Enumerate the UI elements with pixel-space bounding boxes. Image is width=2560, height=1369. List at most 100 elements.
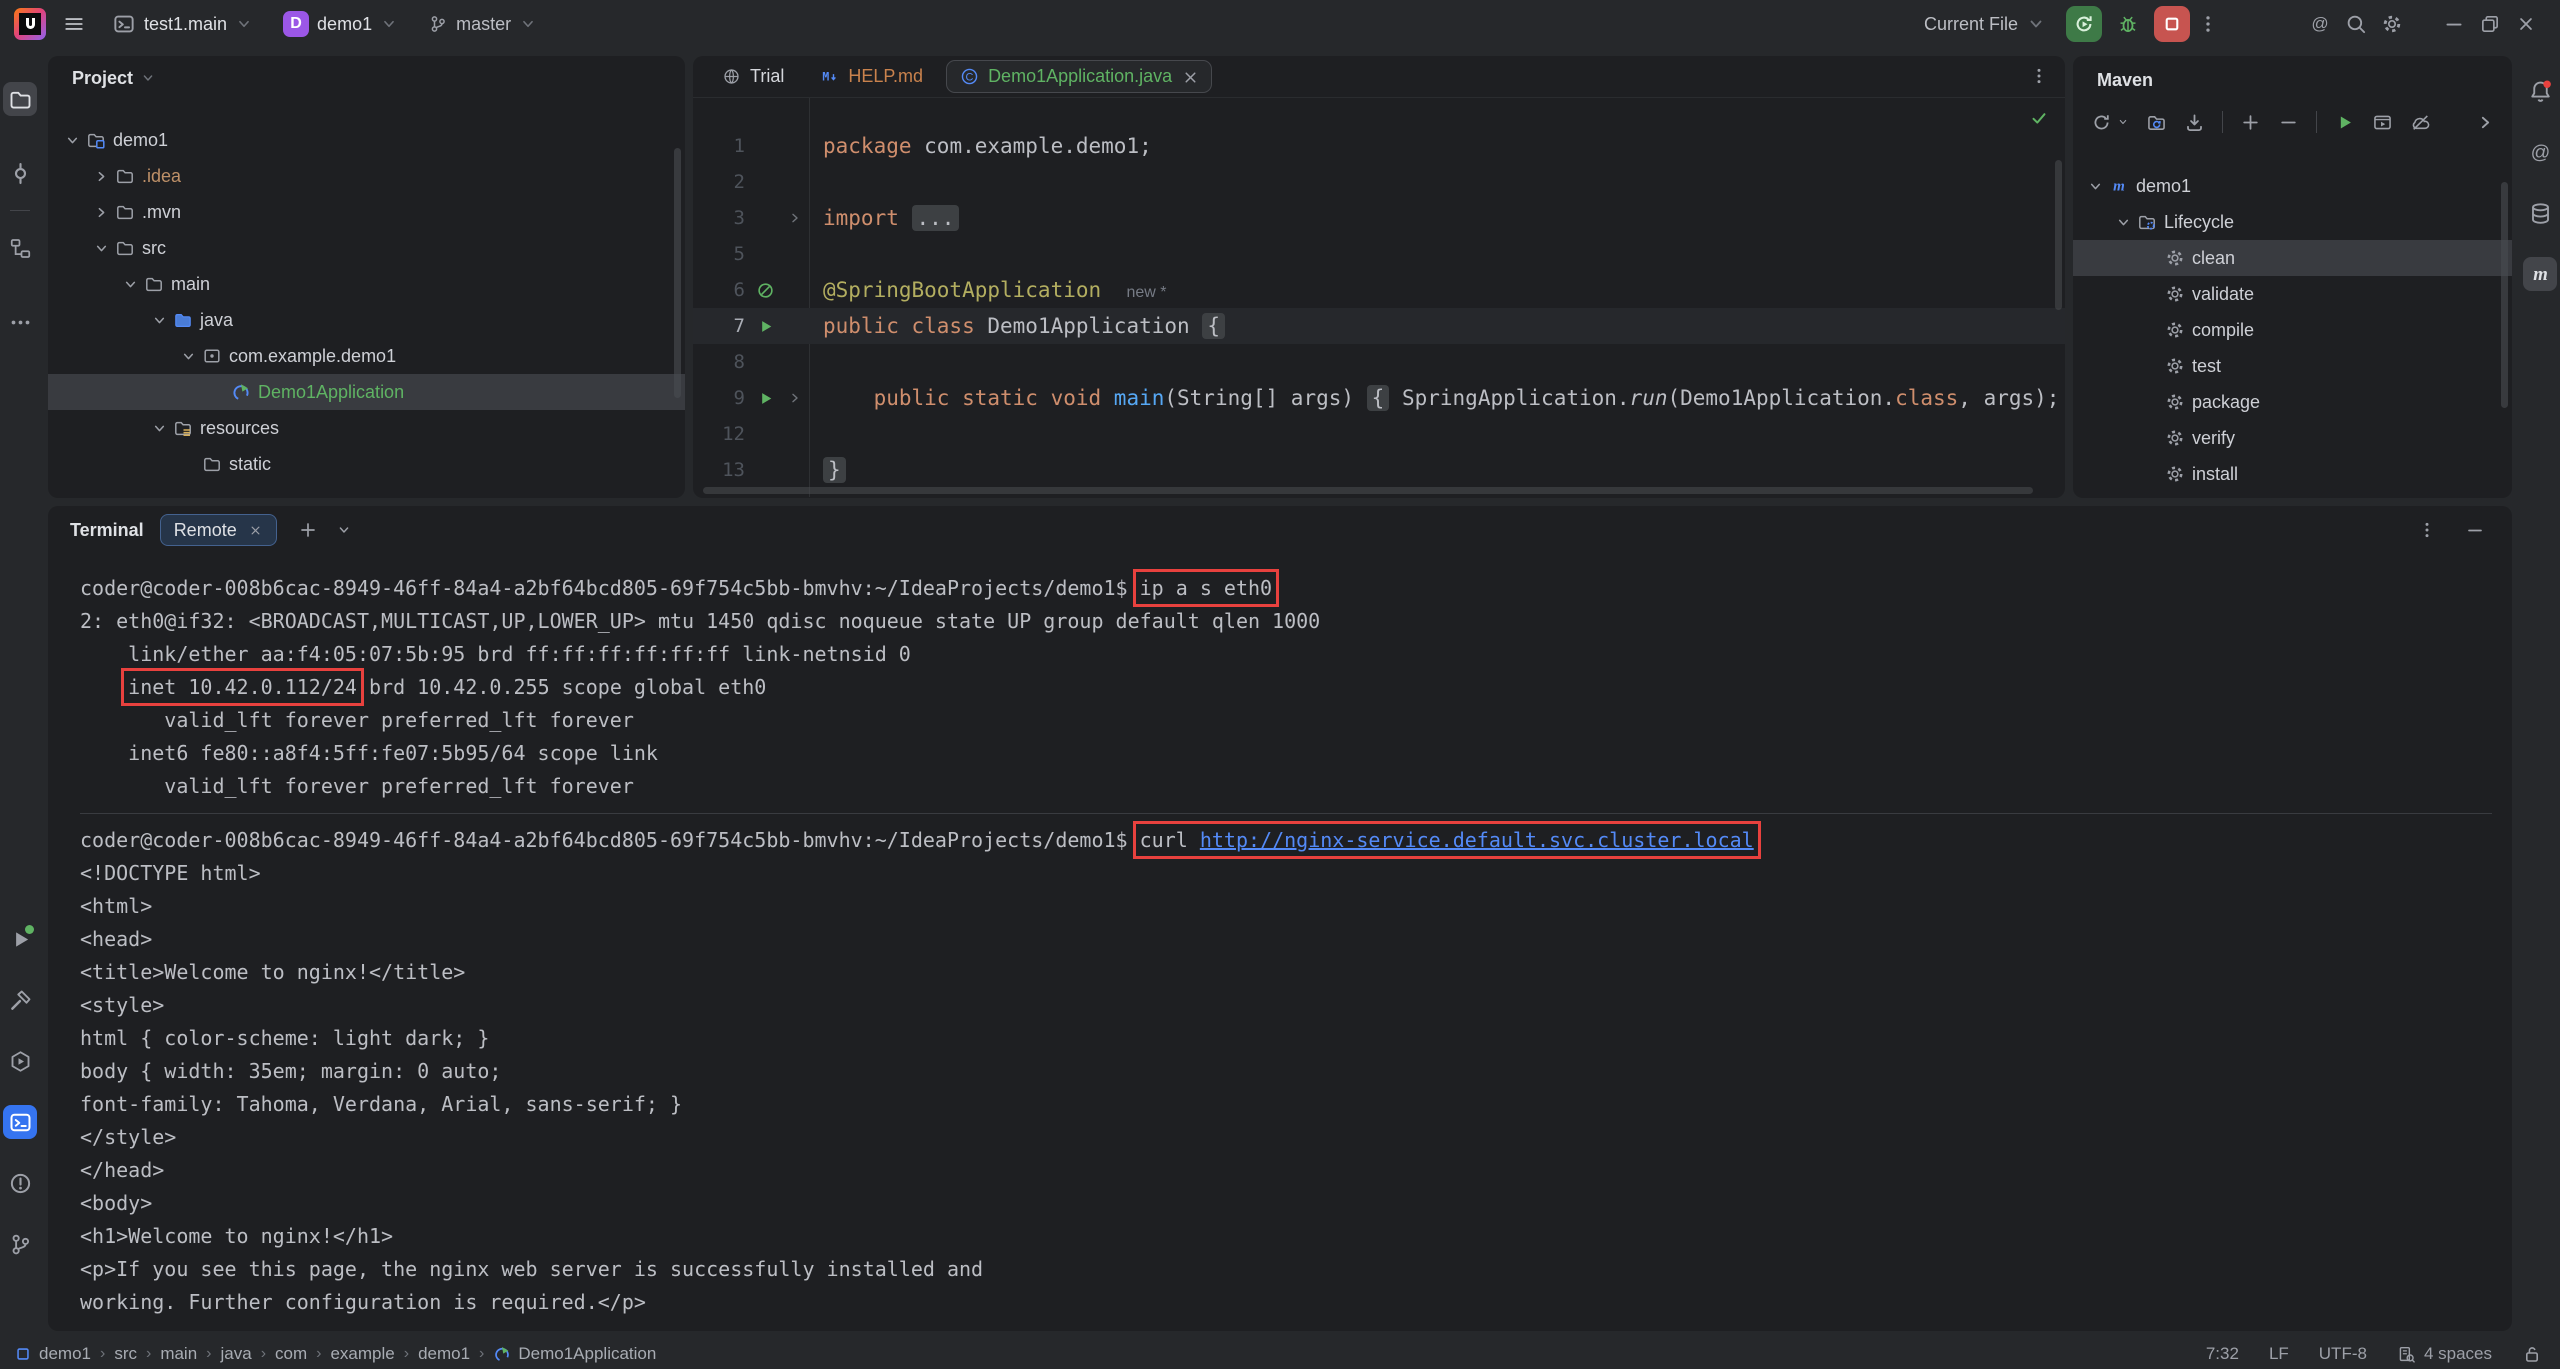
offline-mode-icon[interactable]: [2410, 112, 2431, 133]
add-icon[interactable]: [2240, 112, 2261, 133]
project-item-demo1[interactable]: demo1: [48, 122, 685, 158]
devcontainer-widget[interactable]: D demo1: [273, 5, 408, 43]
project-item-demo1application[interactable]: Demo1Application: [48, 374, 685, 410]
spring-bean-gutter-icon[interactable]: [756, 281, 775, 300]
breadcrumb-item-demo1application[interactable]: Demo1Application: [493, 1344, 656, 1364]
more-actions-button[interactable]: [2190, 6, 2226, 42]
tool-build-button[interactable]: [3, 983, 37, 1017]
remove-icon[interactable]: [2278, 112, 2299, 133]
fold-toggle[interactable]: [787, 390, 803, 406]
new-terminal-button[interactable]: [293, 515, 323, 545]
breadcrumb-item-demo1[interactable]: demo1: [418, 1344, 470, 1364]
maven-item-install[interactable]: install: [2073, 456, 2512, 492]
tool-notifications-button[interactable]: [2523, 74, 2557, 108]
window-restore-button[interactable]: [2472, 6, 2508, 42]
rerun-button[interactable]: [2066, 6, 2102, 42]
project-panel-header[interactable]: Project: [48, 56, 685, 100]
search-everywhere-button[interactable]: [2338, 6, 2374, 42]
line-separator[interactable]: LF: [2269, 1344, 2289, 1364]
indent-setting[interactable]: 4 spaces: [2397, 1344, 2492, 1364]
run-gutter-button[interactable]: [756, 389, 775, 408]
tool-services-button[interactable]: [3, 1044, 37, 1078]
breadcrumb-item-com[interactable]: com: [275, 1344, 307, 1364]
chevron-down-icon[interactable]: [2117, 116, 2129, 128]
window-minimize-button[interactable]: [2436, 6, 2472, 42]
fold-toggle[interactable]: [787, 210, 803, 226]
maven-item-demo1[interactable]: demo1: [2073, 168, 2512, 204]
maven-item-package[interactable]: package: [2073, 384, 2512, 420]
run-goal-icon[interactable]: [2334, 112, 2355, 133]
inspections-ok-icon[interactable]: [2029, 108, 2049, 128]
project-item-com-example-demo1[interactable]: com.example.demo1: [48, 338, 685, 374]
run-gutter-button[interactable]: [756, 317, 775, 336]
window-close-button[interactable]: [2508, 6, 2544, 42]
run-play-icon: [756, 317, 775, 336]
close-icon[interactable]: [248, 523, 263, 538]
caret-position[interactable]: 7:32: [2206, 1344, 2239, 1364]
tool-vcs-button[interactable]: [3, 1227, 37, 1261]
tool-terminal-button[interactable]: [3, 1105, 37, 1139]
project-item-main[interactable]: main: [48, 266, 685, 302]
editor-vscrollbar[interactable]: [2055, 160, 2062, 310]
tool-database-button[interactable]: [2523, 196, 2557, 230]
tool-project-button[interactable]: [3, 82, 37, 116]
project-item--mvn[interactable]: .mvn: [48, 194, 685, 230]
editor-hscrollbar[interactable]: [703, 487, 2033, 494]
tool-problems-button[interactable]: [3, 1166, 37, 1200]
refresh-icon[interactable]: [2091, 112, 2112, 133]
terminal-options-button[interactable]: [2412, 515, 2442, 545]
project-widget[interactable]: test1.main: [102, 6, 263, 42]
chevron-right-icon[interactable]: [2475, 112, 2496, 133]
lock-open-icon[interactable]: [2522, 1344, 2542, 1364]
line-number: 6: [693, 279, 745, 301]
maven-scrollbar[interactable]: [2501, 182, 2508, 408]
project-item-resources[interactable]: resources: [48, 410, 685, 446]
terminal-panel: Terminal Remote coder@coder-008b6cac-894…: [48, 506, 2512, 1331]
hide-terminal-button[interactable]: [2460, 515, 2490, 545]
debug-button[interactable]: [2110, 6, 2146, 42]
tab-close-button[interactable]: [1181, 68, 1198, 85]
tool-maven-button[interactable]: [2523, 257, 2557, 291]
maven-item-clean[interactable]: clean: [2073, 240, 2512, 276]
project-item-java[interactable]: java: [48, 302, 685, 338]
terminal-link[interactable]: http://nginx-service.default.svc.cluster…: [1200, 828, 1754, 852]
breadcrumb-item-demo1[interactable]: demo1: [14, 1344, 91, 1364]
maven-item-verify[interactable]: verify: [2073, 420, 2512, 456]
breadcrumb-item-java[interactable]: java: [221, 1344, 252, 1364]
maven-item-compile[interactable]: compile: [2073, 312, 2512, 348]
tool-more-button[interactable]: [3, 305, 37, 339]
goal-icon: [2165, 428, 2185, 448]
tool-ai-chat-button[interactable]: [2523, 135, 2557, 169]
project-scrollbar[interactable]: [674, 148, 681, 398]
code-area[interactable]: 1package com.example.demo1;23import ...5…: [693, 98, 2065, 497]
ai-assistant-button[interactable]: [2302, 6, 2338, 42]
editor-tab-help-md[interactable]: HELP.md: [807, 60, 936, 93]
terminal-type-dropdown[interactable]: [329, 515, 359, 545]
tool-run-button[interactable]: [3, 922, 37, 956]
vcs-branch-widget[interactable]: master: [418, 8, 547, 41]
editor-tab-trial[interactable]: Trial: [709, 60, 797, 93]
maven-item-test[interactable]: test: [2073, 348, 2512, 384]
project-item--idea[interactable]: .idea: [48, 158, 685, 194]
file-encoding[interactable]: UTF-8: [2319, 1344, 2367, 1364]
execute-goal-icon[interactable]: [2372, 112, 2393, 133]
maven-item-lifecycle[interactable]: Lifecycle: [2073, 204, 2512, 240]
run-configuration-selector[interactable]: Current File: [1914, 8, 2056, 41]
main-menu-button[interactable]: [56, 6, 92, 42]
maven-item-validate[interactable]: validate: [2073, 276, 2512, 312]
settings-button[interactable]: [2374, 6, 2410, 42]
tool-structure-button[interactable]: [3, 231, 37, 265]
breadcrumb-item-example[interactable]: example: [330, 1344, 394, 1364]
project-item-static[interactable]: static: [48, 446, 685, 482]
terminal-output[interactable]: coder@coder-008b6cac-8949-46ff-84a4-a2bf…: [48, 554, 2512, 1319]
breadcrumb-item-src[interactable]: src: [114, 1344, 137, 1364]
editor-tab-demo1application-java[interactable]: Demo1Application.java: [946, 60, 1212, 93]
download-sources-icon[interactable]: [2184, 112, 2205, 133]
terminal-tab-remote[interactable]: Remote: [160, 514, 277, 546]
project-item-src[interactable]: src: [48, 230, 685, 266]
breadcrumb-item-main[interactable]: main: [160, 1344, 197, 1364]
reload-projects-icon[interactable]: [2146, 112, 2167, 133]
tab-options-button[interactable]: [2029, 66, 2049, 86]
stop-button[interactable]: [2154, 6, 2190, 42]
tool-commit-button[interactable]: [3, 156, 37, 190]
